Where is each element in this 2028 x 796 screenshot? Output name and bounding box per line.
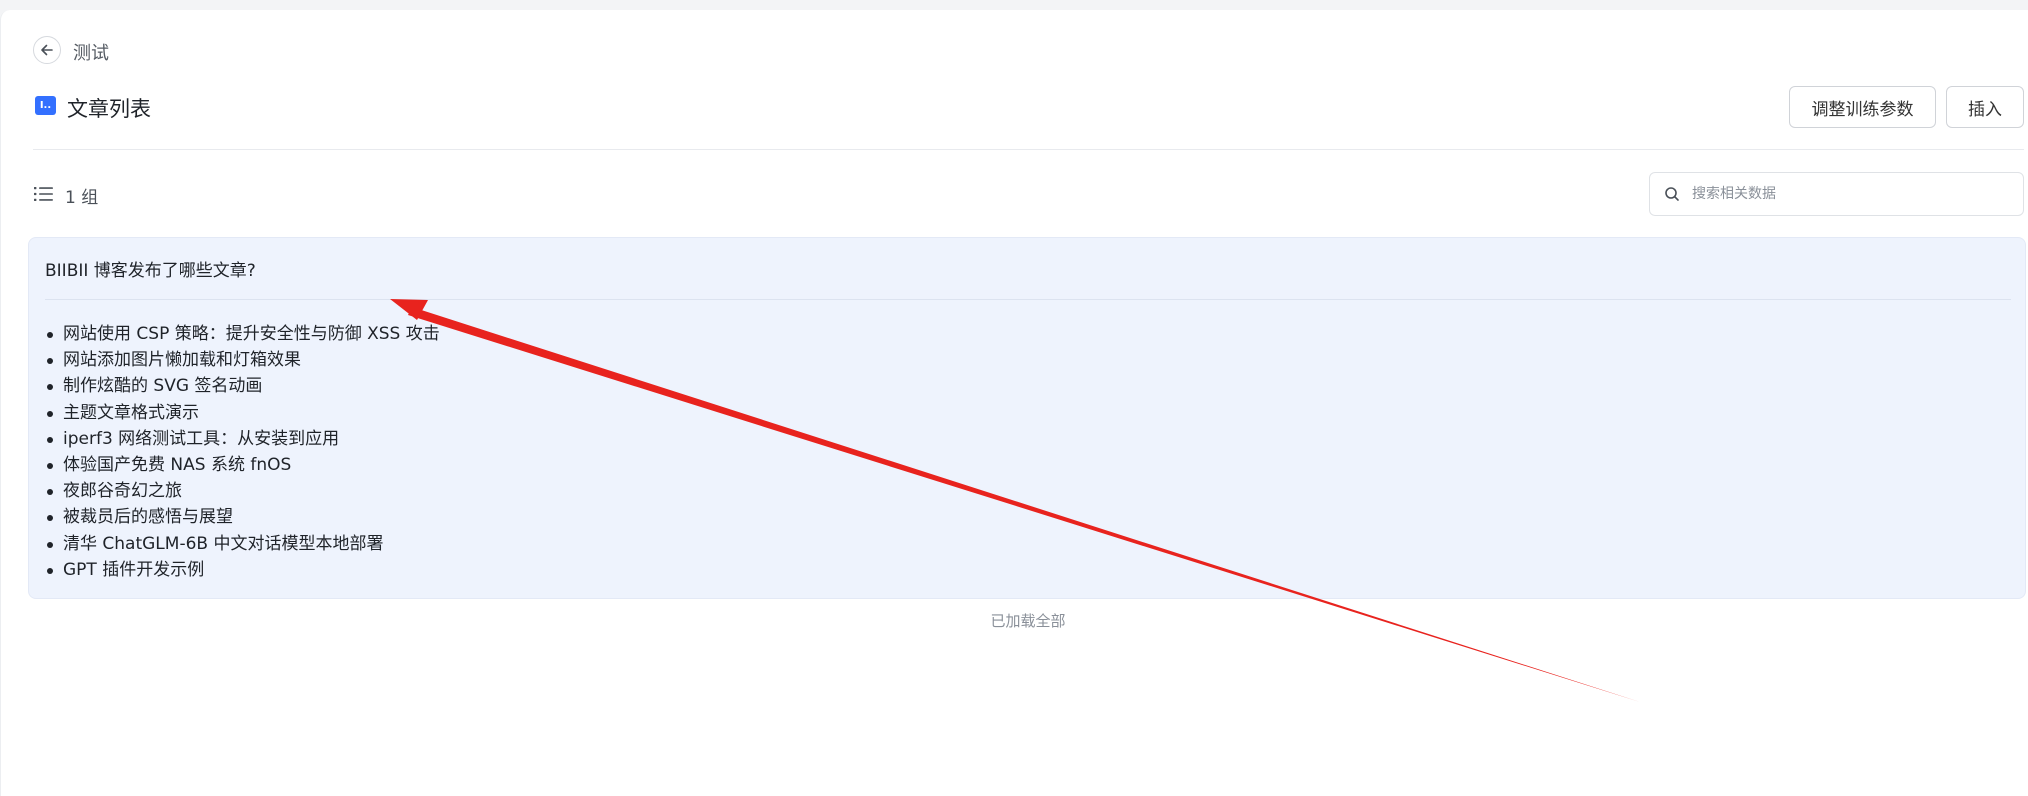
search-box[interactable] — [1649, 172, 2024, 216]
search-icon — [1665, 187, 1679, 201]
header-divider — [33, 149, 2024, 150]
card-divider — [45, 299, 2011, 300]
question-text: BIIBII 博客发布了哪些文章? — [45, 261, 256, 281]
list-item: 网站添加图片懒加载和灯箱效果 — [45, 347, 440, 373]
insert-button[interactable]: 插入 — [1946, 86, 2024, 128]
list-item: 制作炫酷的 SVG 签名动画 — [45, 373, 440, 399]
group-count: 1 组 — [65, 188, 99, 208]
list-item: 被裁员后的感悟与展望 — [45, 504, 440, 530]
list-item: 清华 ChatGLM-6B 中文对话模型本地部署 — [45, 531, 440, 557]
loaded-all-note: 已加载全部 — [990, 612, 1066, 630]
main-panel: 测试 I.. 文章列表 调整训练参数 插入 1 组 BIIBII 博客发布了哪些… — [0, 10, 2028, 796]
back-button[interactable] — [33, 36, 61, 64]
list-icon — [34, 187, 53, 201]
search-input[interactable] — [1690, 185, 2014, 203]
list-item: iperf3 网络测试工具：从安装到应用 — [45, 426, 440, 452]
list-item: 体验国产免费 NAS 系统 fnOS — [45, 452, 440, 478]
list-item: 网站使用 CSP 策略：提升安全性与防御 XSS 攻击 — [45, 321, 440, 347]
list-item: 夜郎谷奇幻之旅 — [45, 478, 440, 504]
dataset-icon: I.. — [35, 96, 56, 115]
adjust-training-params-button[interactable]: 调整训练参数 — [1789, 86, 1936, 128]
qa-card[interactable]: BIIBII 博客发布了哪些文章? 网站使用 CSP 策略：提升安全性与防御 X… — [28, 237, 2026, 599]
list-item: 主题文章格式演示 — [45, 400, 440, 426]
arrow-left-icon — [41, 44, 53, 56]
page-title: 文章列表 — [67, 97, 151, 121]
answer-list: 网站使用 CSP 策略：提升安全性与防御 XSS 攻击 网站添加图片懒加载和灯箱… — [45, 321, 440, 583]
list-item: GPT 插件开发示例 — [45, 557, 440, 583]
back-label[interactable]: 测试 — [73, 39, 109, 65]
